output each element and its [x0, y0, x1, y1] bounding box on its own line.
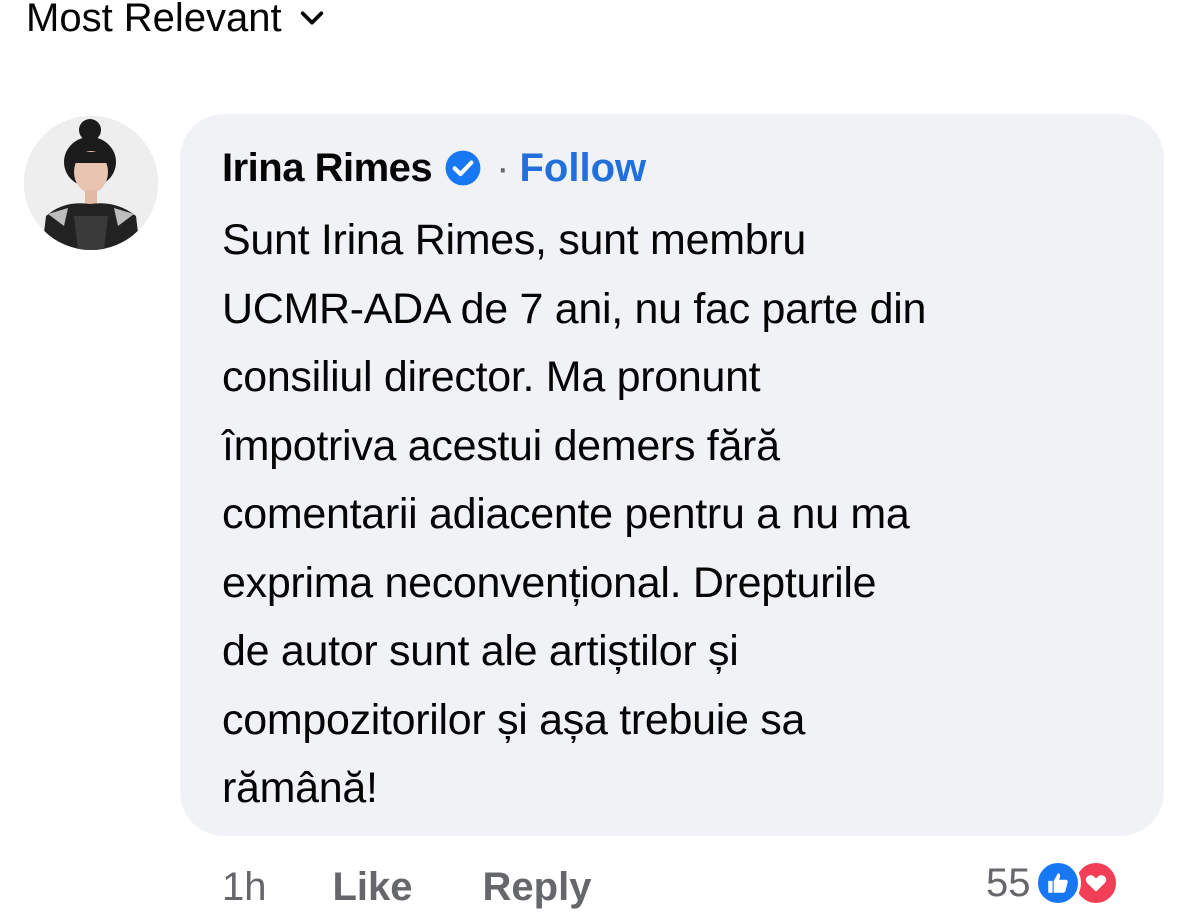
- comment-actions: 1h Like Reply: [222, 862, 591, 912]
- like-button[interactable]: Like: [333, 865, 413, 910]
- comment-header: Irina Rimes · Follow: [222, 140, 646, 196]
- like-icon: [1034, 860, 1081, 906]
- comment-line: rămână!: [222, 764, 378, 812]
- profile-photo: [24, 116, 158, 250]
- separator-dot: ·: [496, 146, 510, 190]
- comment-line: împotriva acestui demers fără: [222, 421, 780, 470]
- comment-line: comentarii adiacente pentru a nu ma: [222, 490, 910, 538]
- avatar[interactable]: [24, 116, 158, 250]
- author-name[interactable]: Irina Rimes: [222, 140, 433, 196]
- comment-timestamp[interactable]: 1h: [222, 865, 267, 910]
- reaction-count: 55: [986, 860, 1031, 905]
- reactions-summary[interactable]: 55: [986, 858, 1119, 908]
- verified-badge-icon: [445, 150, 481, 186]
- comment-line: UCMR-ADA de 7 ani, nu fac parte din: [222, 284, 927, 333]
- comment-line: exprima neconvențional. Drepturile: [222, 558, 877, 607]
- reply-button[interactable]: Reply: [483, 865, 592, 910]
- sort-dropdown[interactable]: Most Relevant: [26, 0, 326, 48]
- chevron-down-icon: [300, 11, 323, 25]
- follow-button[interactable]: Follow: [519, 140, 646, 196]
- sort-label: Most Relevant: [26, 0, 282, 40]
- comment-line: compozitorilor și așa trebuie sa: [222, 695, 806, 744]
- comment-line: de autor sunt ale artiștilor și: [222, 627, 739, 675]
- comment-line: consiliul director. Ma pronunt: [222, 353, 761, 401]
- comment-text: Sunt Irina Rimes, sunt membru UCMR-ADA d…: [222, 206, 1142, 823]
- comment-line: Sunt Irina Rimes, sunt membru: [222, 216, 806, 264]
